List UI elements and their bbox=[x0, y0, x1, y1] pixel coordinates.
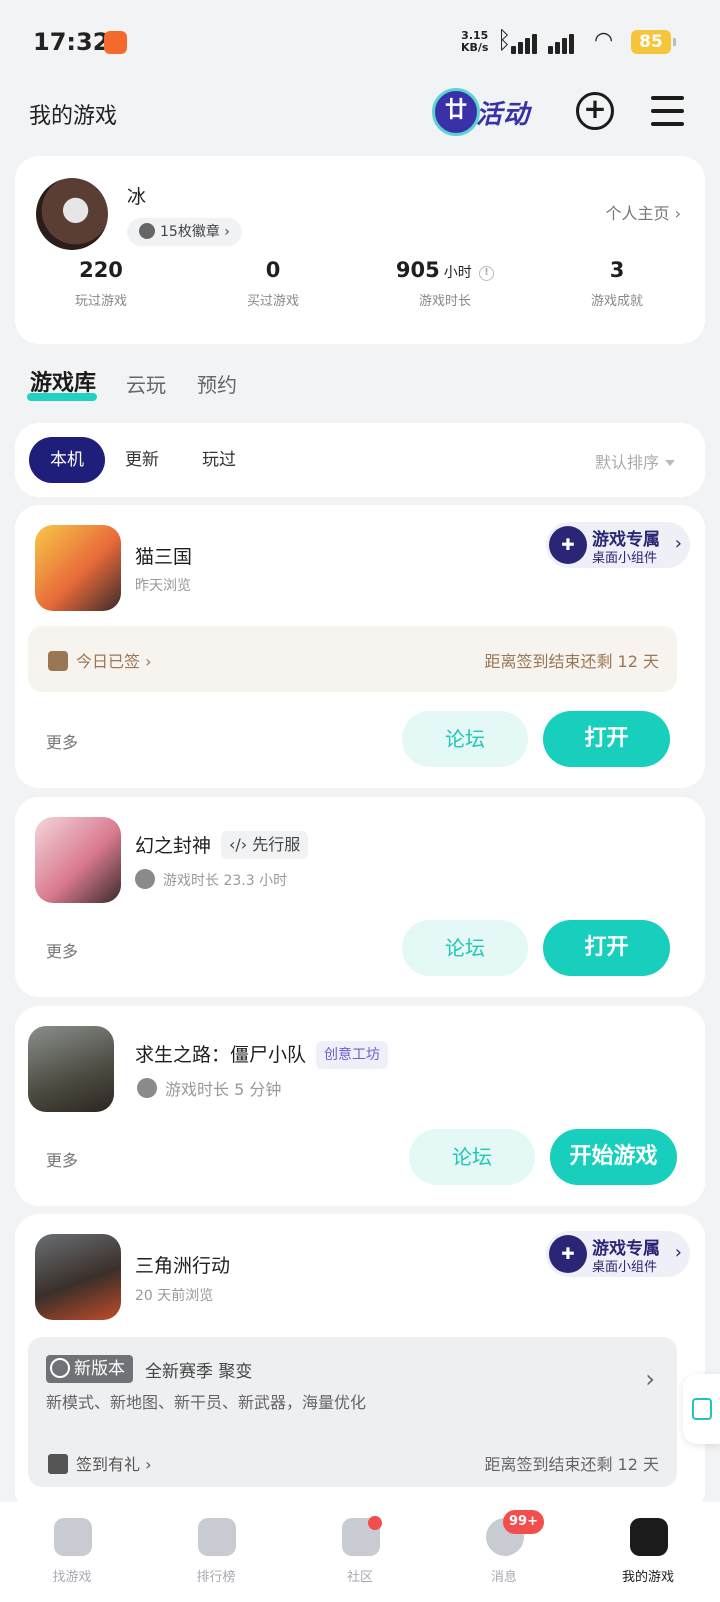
signal-icon-2 bbox=[548, 32, 582, 54]
filter-updates[interactable]: 更新 bbox=[125, 437, 159, 483]
nav-find-games[interactable]: 找游戏 bbox=[0, 1502, 144, 1602]
stopwatch-icon bbox=[137, 1078, 157, 1098]
stat-played[interactable]: 220 玩过游戏 bbox=[15, 258, 187, 309]
messages-badge: 99+ bbox=[503, 1510, 544, 1534]
workshop-tag: 创意工坊 bbox=[316, 1041, 389, 1069]
filter-played[interactable]: 玩过 bbox=[202, 437, 236, 483]
nav-community[interactable]: 社区 bbox=[288, 1502, 432, 1602]
game-card-delta-force: 三角洲行动 20 天前浏览 ✚ 游戏专属 桌面小组件 › 新版本 全新赛季 聚变… bbox=[15, 1214, 705, 1514]
game-card-huan-zhi-feng-shen: 幻之封神 ‹/› 先行服 游戏时长 23.3 小时 更多 论坛 打开 bbox=[15, 797, 705, 997]
preview-server-tag: ‹/› 先行服 bbox=[221, 831, 309, 859]
stat-bought[interactable]: 0 买过游戏 bbox=[187, 258, 359, 309]
sign-in-remaining: 距离签到结束还剩 12 天 bbox=[484, 1455, 659, 1474]
news-headline: 全新赛季 聚变 bbox=[145, 1362, 253, 1382]
activity-logo-icon: 廿 bbox=[432, 88, 480, 136]
new-version-tag: 新版本 bbox=[46, 1355, 133, 1383]
add-button[interactable]: + bbox=[576, 92, 614, 130]
triangle-down-icon bbox=[665, 460, 675, 466]
game-icon[interactable] bbox=[35, 817, 121, 903]
stopwatch-icon bbox=[135, 869, 155, 889]
game-name[interactable]: 三角洲行动 bbox=[135, 1251, 230, 1278]
status-bar: 17:32 3.15 KB/s ᛒ ◠ 85 bbox=[0, 0, 720, 84]
tab-reserve[interactable]: 预约 bbox=[197, 369, 237, 398]
badges-label: 15枚徽章 bbox=[160, 224, 220, 240]
battery-indicator: 85 bbox=[631, 30, 676, 54]
game-icon[interactable] bbox=[35, 525, 121, 611]
wifi-icon: ◠ bbox=[594, 28, 614, 53]
news-description: 新模式、新地图、新干员、新武器，海量优化 bbox=[46, 1393, 367, 1412]
stat-playtime[interactable]: 905 小时 ! 游戏时长 bbox=[359, 258, 531, 309]
more-button[interactable]: 更多 bbox=[46, 729, 78, 753]
bluetooth-icon: ᛒ bbox=[497, 26, 512, 54]
download-float-button[interactable] bbox=[683, 1374, 720, 1444]
notification-app-icon bbox=[104, 31, 127, 54]
game-name[interactable]: 猫三国 bbox=[135, 542, 192, 569]
gift-icon bbox=[48, 1454, 68, 1474]
page-header: 我的游戏 廿 活动 + bbox=[0, 84, 720, 156]
menu-icon[interactable] bbox=[651, 96, 684, 126]
tab-cloud[interactable]: 云玩 bbox=[126, 369, 166, 398]
activity-button[interactable]: 廿 活动 bbox=[430, 84, 545, 140]
username: 冰 bbox=[127, 186, 147, 208]
game-name[interactable]: 求生之路：僵尸小队 创意工坊 bbox=[135, 1040, 389, 1069]
widget-button[interactable]: ✚ 游戏专属 桌面小组件 › bbox=[546, 522, 690, 568]
find-games-icon bbox=[54, 1518, 92, 1556]
medal-icon bbox=[139, 223, 155, 239]
game-card-mao-sanguo: 猫三国 昨天浏览 ✚ 游戏专属 桌面小组件 › 今日已签 › 距离签到结束还剩 … bbox=[15, 505, 705, 788]
game-icon[interactable] bbox=[28, 1026, 114, 1112]
sort-dropdown[interactable]: 默认排序 bbox=[595, 449, 675, 473]
calendar-check-icon bbox=[48, 651, 68, 671]
stats-row: 220 玩过游戏 0 买过游戏 905 小时 ! 游戏时长 3 游戏成就 bbox=[15, 258, 705, 309]
gamepad-icon: ✚ bbox=[549, 526, 587, 564]
tab-library[interactable]: 游戏库 bbox=[26, 365, 98, 401]
filter-local[interactable]: 本机 bbox=[29, 437, 105, 483]
open-button[interactable]: 打开 bbox=[543, 920, 670, 976]
network-speed: 3.15 KB/s bbox=[461, 29, 489, 54]
chevron-right-icon: › bbox=[674, 533, 682, 554]
forum-button[interactable]: 论坛 bbox=[409, 1129, 535, 1185]
chevron-right-icon: › bbox=[645, 1365, 655, 1393]
playtime: 游戏时长 23.3 小时 bbox=[135, 869, 287, 890]
profile-homepage-link[interactable]: 个人主页 › bbox=[605, 200, 681, 224]
more-button[interactable]: 更多 bbox=[46, 938, 78, 962]
game-icon[interactable] bbox=[35, 1234, 121, 1320]
chevron-right-icon: › bbox=[674, 204, 681, 223]
avatar[interactable] bbox=[36, 178, 108, 250]
sign-in-bar[interactable]: 今日已签 › 距离签到结束还剩 12 天 bbox=[28, 626, 677, 692]
nav-my-games[interactable]: 我的游戏 bbox=[576, 1502, 720, 1602]
open-button[interactable]: 打开 bbox=[543, 711, 670, 767]
clock: 17:32 bbox=[33, 28, 110, 56]
news-banner[interactable]: 新版本 全新赛季 聚变 新模式、新地图、新干员、新武器，海量优化 › 签到有礼 … bbox=[28, 1337, 677, 1487]
chevron-right-icon: › bbox=[674, 1242, 682, 1263]
gamepad-icon bbox=[630, 1518, 668, 1556]
badges-button[interactable]: 15枚徽章 › bbox=[127, 218, 242, 246]
download-icon bbox=[692, 1398, 712, 1420]
forum-button[interactable]: 论坛 bbox=[402, 920, 528, 976]
sign-in-gift-link[interactable]: 签到有礼 › bbox=[48, 1451, 152, 1475]
more-button[interactable]: 更多 bbox=[46, 1147, 78, 1171]
rankings-icon bbox=[198, 1518, 236, 1556]
game-last-viewed: 昨天浏览 bbox=[135, 578, 191, 594]
profile-card: 冰 15枚徽章 › 个人主页 › 220 玩过游戏 0 买过游戏 905 小时 !… bbox=[15, 156, 705, 344]
forum-button[interactable]: 论坛 bbox=[402, 711, 528, 767]
signal-icon bbox=[511, 32, 545, 54]
playtime: 游戏时长 5 分钟 bbox=[137, 1076, 281, 1100]
game-name[interactable]: 幻之封神 ‹/› 先行服 bbox=[135, 831, 309, 859]
filter-bar: 本机 更新 玩过 默认排序 bbox=[15, 423, 705, 497]
page-title: 我的游戏 bbox=[29, 104, 118, 129]
game-card-left4dead: 求生之路：僵尸小队 创意工坊 游戏时长 5 分钟 更多 论坛 开始游戏 bbox=[15, 1006, 705, 1206]
gamepad-icon: ✚ bbox=[549, 1235, 587, 1273]
activity-label: 活动 bbox=[476, 100, 531, 130]
stat-achievements[interactable]: 3 游戏成就 bbox=[531, 258, 703, 309]
nav-rankings[interactable]: 排行榜 bbox=[144, 1502, 288, 1602]
start-game-button[interactable]: 开始游戏 bbox=[550, 1129, 677, 1185]
bottom-nav: 找游戏 排行榜 社区 消息 我的游戏 99+ bbox=[0, 1502, 720, 1602]
info-icon[interactable]: ! bbox=[479, 266, 495, 281]
game-last-viewed: 20 天前浏览 bbox=[135, 1288, 214, 1304]
refresh-icon bbox=[50, 1358, 70, 1378]
widget-button[interactable]: ✚ 游戏专属 桌面小组件 › bbox=[546, 1231, 690, 1277]
community-notification-dot bbox=[368, 1516, 382, 1530]
